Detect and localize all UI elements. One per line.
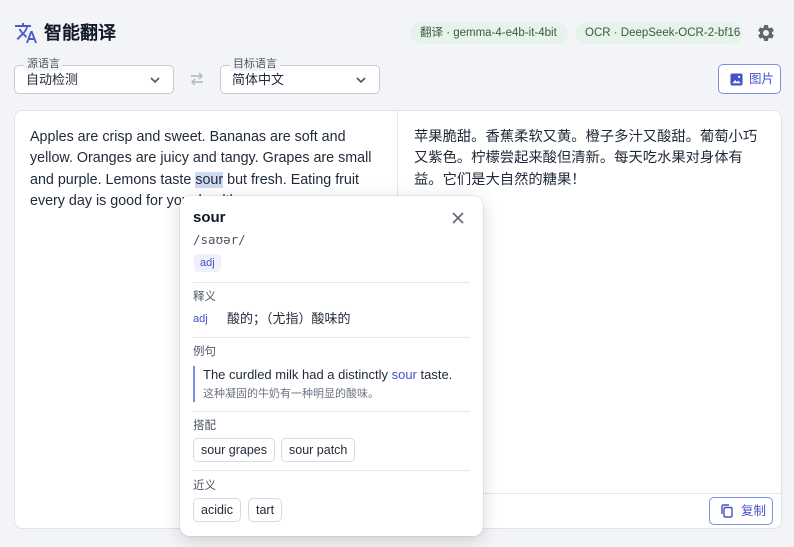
ocr-model-badge: OCR · DeepSeek-OCR-2-bf16 <box>575 22 743 44</box>
app-header: 智能翻译 翻译 · gemma-4-e4b-it-4bit OCR · Deep… <box>0 0 794 58</box>
part-of-speech-badge: adj <box>194 254 221 272</box>
example-label: 例句 <box>193 346 216 358</box>
popup-divider <box>193 282 470 283</box>
target-language-label: 目标语言 <box>230 58 280 71</box>
translated-text: 苹果脆甜。香蕉柔软又黄。橙子多汁又酸甜。葡萄小巧又紫色。柠檬尝起来酸但清新。每天… <box>414 129 758 188</box>
synonym-label: 近义 <box>193 480 216 492</box>
collocation-label: 搭配 <box>193 420 216 432</box>
image-icon <box>730 73 743 86</box>
popup-divider <box>193 470 470 471</box>
definition-pos: adj <box>193 313 208 325</box>
word-lookup-popup: sour /saʊər/ adj 释义 adj 酸的；（尤指）酸味的 例句 Th… <box>180 196 483 536</box>
example-sentence: The curdled milk had a distinctly sour t… <box>203 366 452 384</box>
copy-icon <box>721 504 733 518</box>
target-language-select[interactable]: 目标语言 简体中文 <box>220 58 380 94</box>
definition-text: 酸的；（尤指）酸味的 <box>227 311 351 326</box>
synonym-chip[interactable]: acidic <box>193 498 241 522</box>
image-button-label: 图片 <box>749 72 775 86</box>
example-highlight-word: sour <box>391 367 417 382</box>
source-language-label: 源语言 <box>24 58 63 71</box>
popup-phonetic: /saʊər/ <box>193 232 246 247</box>
image-upload-button[interactable]: 图片 <box>718 64 781 94</box>
popup-word: sour <box>193 209 226 226</box>
selected-word[interactable]: sour <box>195 171 224 188</box>
copy-button-label: 复制 <box>741 504 767 518</box>
translate-model-badge: 翻译 · gemma-4-e4b-it-4bit <box>410 22 568 44</box>
example-quote-bar <box>193 366 195 402</box>
chevron-down-icon <box>150 77 160 84</box>
definition-label: 释义 <box>193 291 216 303</box>
example-before: The curdled milk had a distinctly <box>203 367 392 382</box>
example-after: taste. <box>416 367 453 382</box>
synonym-chip[interactable]: tart <box>248 498 283 522</box>
close-icon[interactable] <box>450 210 466 226</box>
swap-languages-icon[interactable] <box>189 71 205 87</box>
source-language-value: 自动检测 <box>26 72 79 87</box>
translate-icon <box>15 23 37 43</box>
copy-button[interactable]: 复制 <box>709 497 773 525</box>
example-translation: 这种凝固的牛奶有一种明显的酸味。 <box>203 388 379 400</box>
collocation-chip[interactable]: sour grapes <box>193 438 276 462</box>
chevron-down-icon <box>356 77 366 84</box>
source-language-select[interactable]: 源语言 自动检测 <box>14 58 174 94</box>
popup-divider <box>193 337 470 338</box>
collocation-chip[interactable]: sour patch <box>281 438 356 462</box>
gear-icon[interactable] <box>756 23 776 43</box>
app-title: 智能翻译 <box>44 23 116 43</box>
target-language-value: 简体中文 <box>232 72 285 87</box>
popup-divider <box>193 411 470 412</box>
